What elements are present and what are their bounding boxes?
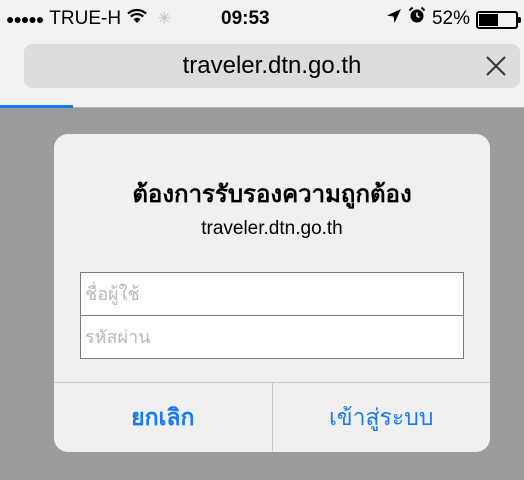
status-right: 52% <box>386 0 521 38</box>
battery-icon <box>476 10 521 29</box>
browser-nav-area: traveler.dtn.go.th <box>0 38 524 108</box>
close-icon[interactable] <box>480 50 512 82</box>
wifi-icon <box>127 0 147 38</box>
login-button[interactable]: เข้าสู่ระบบ <box>273 383 491 452</box>
auth-dialog: ต้องการรับรองความถูกต้อง traveler.dtn.go… <box>54 134 490 452</box>
alarm-clock-icon <box>408 0 426 38</box>
screen: ●●●●● TRUE-H ✳ 09:53 52% traveler.dtn.go… <box>0 0 524 480</box>
dialog-title: ต้องการรับรองความถูกต้อง <box>132 181 412 208</box>
status-bar: ●●●●● TRUE-H ✳ 09:53 52% <box>0 0 524 38</box>
signal-dots-icon: ●●●●● <box>6 11 44 27</box>
status-left: ●●●●● TRUE-H ✳ <box>6 0 171 38</box>
dialog-message: traveler.dtn.go.th <box>201 218 343 239</box>
username-field-box <box>80 272 464 316</box>
password-field[interactable] <box>81 316 463 358</box>
password-field-box <box>80 315 464 359</box>
carrier-name: TRUE-H <box>49 8 122 29</box>
cancel-button[interactable]: ยกเลิก <box>54 383 273 452</box>
location-arrow-icon <box>386 0 402 38</box>
address-bar-url[interactable]: traveler.dtn.go.th <box>24 44 476 88</box>
dialog-button-row: ยกเลิก เข้าสู่ระบบ <box>54 382 490 452</box>
battery-percent: 52% <box>431 8 470 29</box>
username-field[interactable] <box>81 273 463 315</box>
status-time: 09:53 <box>221 8 270 29</box>
battery-fill <box>479 13 498 26</box>
activity-spinner-icon: ✳ <box>157 9 172 28</box>
page-load-progress-bar <box>0 105 74 108</box>
address-bar[interactable]: traveler.dtn.go.th <box>24 44 520 88</box>
